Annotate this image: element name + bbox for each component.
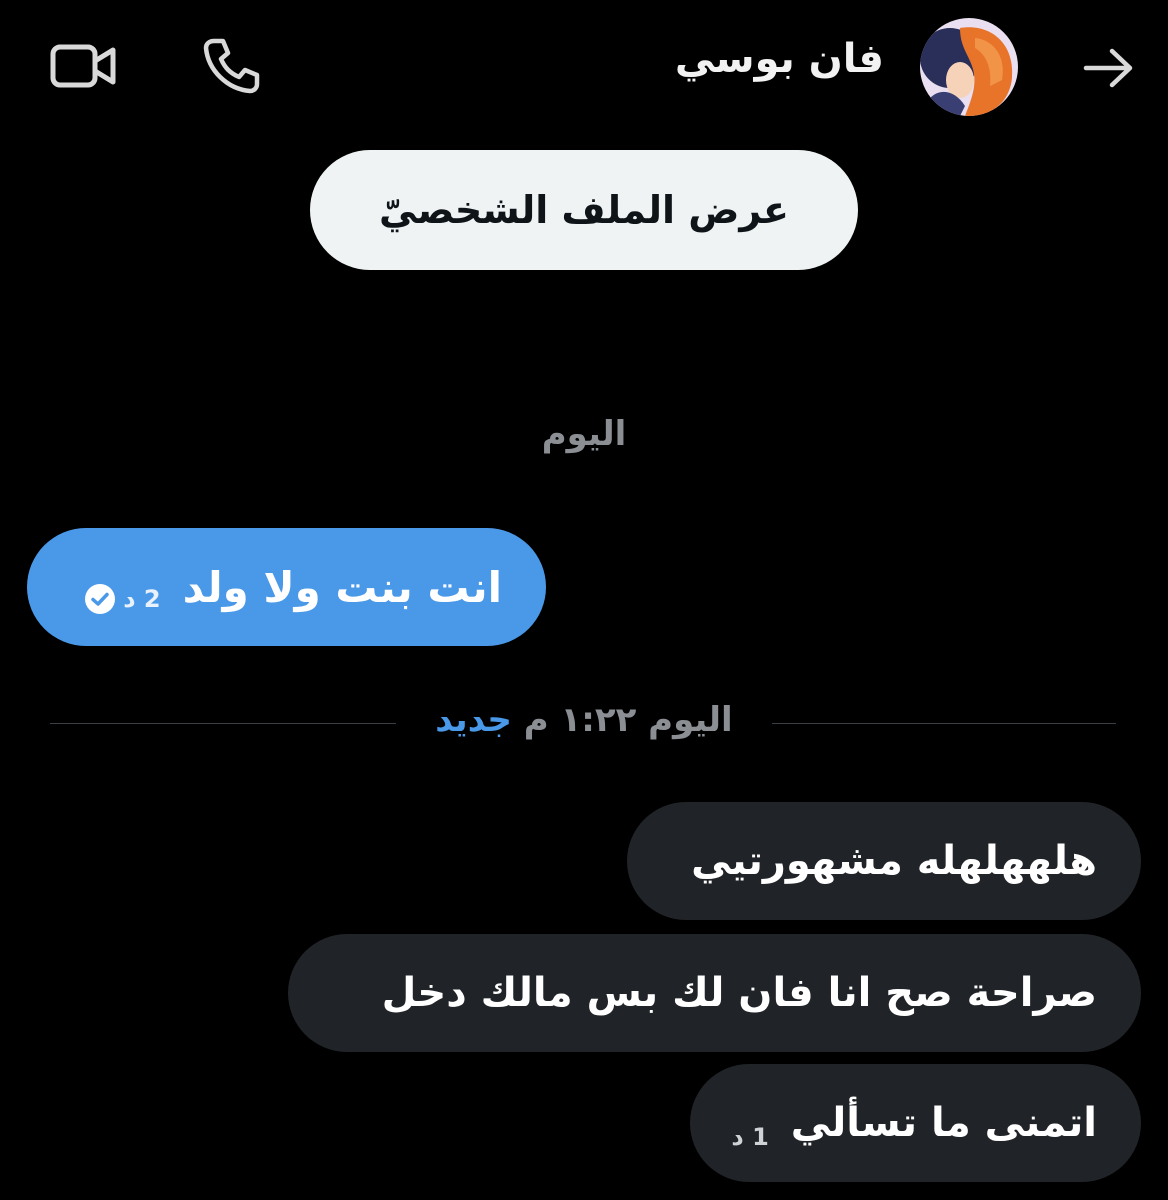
message-time: 2 د xyxy=(123,585,161,613)
video-camera-icon xyxy=(50,44,116,88)
phone-icon xyxy=(203,38,260,94)
check-circle-icon xyxy=(85,584,116,614)
video-call-button[interactable] xyxy=(46,36,122,96)
divider-line-right xyxy=(772,723,1116,724)
avatar-image xyxy=(920,18,1018,116)
message-text: انت بنت ولا ولد xyxy=(182,562,502,612)
message-text: هلههلهله مشهورتيي xyxy=(691,838,1097,884)
message-meta: 2 د xyxy=(83,582,161,616)
message-time: 1 د xyxy=(731,1123,769,1151)
received-message-bubble[interactable]: هلههلهله مشهورتيي xyxy=(627,802,1141,920)
sent-message-bubble[interactable]: انت بنت ولا ولد 2 د xyxy=(27,528,546,646)
avatar[interactable] xyxy=(920,18,1018,116)
divider-line-left xyxy=(50,723,396,724)
message-text: صراحة صح انا فان لك بس مالك دخل xyxy=(381,970,1097,1016)
view-profile-button[interactable]: عرض الملف الشخصيّ xyxy=(310,150,858,270)
received-message-bubble[interactable]: اتمنى ما تسألي 1 د xyxy=(690,1064,1141,1182)
new-badge: جديد xyxy=(435,700,512,740)
date-separator: اليوم xyxy=(541,414,627,454)
arrow-right-icon xyxy=(1083,48,1133,88)
message-text: اتمنى ما تسألي xyxy=(790,1100,1097,1146)
back-button[interactable] xyxy=(1076,40,1142,96)
divider-time: اليوم ١:٢٢ م xyxy=(523,700,733,740)
new-messages-divider: اليوم ١:٢٢ م جديد xyxy=(400,700,768,740)
voice-call-button[interactable] xyxy=(196,32,266,100)
contact-name[interactable]: فان بوسي xyxy=(675,36,884,82)
received-message-bubble[interactable]: صراحة صح انا فان لك بس مالك دخل xyxy=(288,934,1141,1052)
